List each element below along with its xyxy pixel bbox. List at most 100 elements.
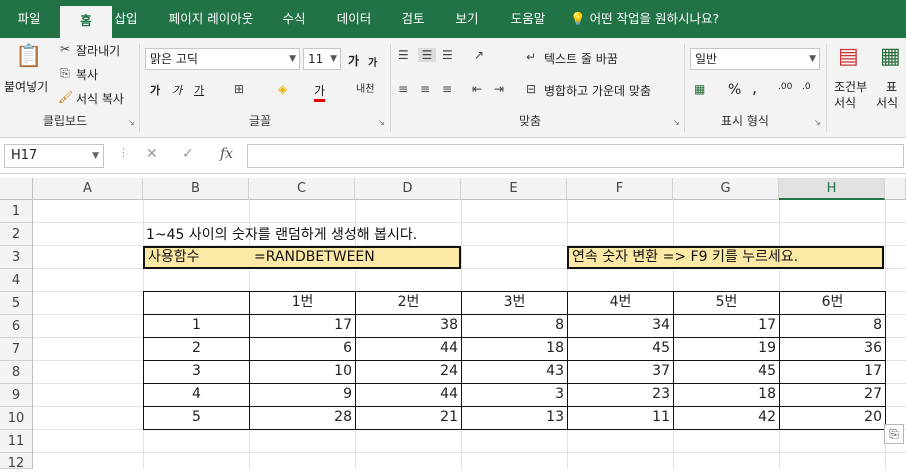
table-cell[interactable]: 8	[461, 314, 568, 338]
table-cell[interactable]: 45	[567, 337, 674, 361]
name-box[interactable]: H17 ▼	[4, 144, 104, 168]
fill-color-icon[interactable]: ◈	[278, 82, 287, 96]
table-cell[interactable]: 27	[779, 383, 886, 407]
paste-icon[interactable]: 📋	[12, 44, 46, 72]
merge-center-button[interactable]: 병합하고 가운데 맞춤	[544, 82, 651, 99]
table-cell[interactable]: 36	[779, 337, 886, 361]
table-cell[interactable]: 43	[461, 360, 568, 384]
table-cell[interactable]: 37	[567, 360, 674, 384]
table-cell[interactable]: 9	[249, 383, 356, 407]
paste-options-icon[interactable]: ⎘	[884, 424, 904, 444]
row-header[interactable]: 10	[0, 407, 33, 430]
table-cell[interactable]: 18	[673, 383, 780, 407]
insert-function-icon[interactable]: fx	[220, 146, 233, 162]
hint-box[interactable]: 연속 숫자 변환 => F9 키를 누르세요.	[567, 246, 884, 269]
column-header[interactable]: E	[461, 178, 567, 200]
table-cell[interactable]: 8	[779, 314, 886, 338]
comma-button[interactable]: ,	[752, 78, 757, 97]
tab-insert[interactable]: 삽입	[104, 0, 148, 38]
bold-button[interactable]: 가	[150, 82, 160, 98]
column-header[interactable]: C	[249, 178, 355, 200]
table-header-cell[interactable]: 4번	[567, 291, 674, 315]
select-all-corner[interactable]	[0, 178, 33, 200]
table-cell[interactable]: 24	[355, 360, 462, 384]
clipboard-launcher-icon[interactable]: ↘	[128, 118, 138, 128]
table-index-cell[interactable]: 1	[143, 314, 250, 338]
table-header-cell[interactable]	[143, 291, 250, 315]
table-header-cell[interactable]: 2번	[355, 291, 462, 315]
align-left-icon[interactable]: ≡	[398, 82, 408, 96]
worksheet-grid[interactable]: A B C D E F G H 1 2 3 4 5 6 7 8 9 10 11 …	[0, 174, 906, 471]
align-top-icon[interactable]: ☰	[398, 48, 409, 62]
enter-icon[interactable]: ✓	[182, 146, 194, 162]
column-header[interactable]: B	[143, 178, 249, 200]
underline-button[interactable]: 가	[194, 82, 204, 98]
font-color-button[interactable]: 가	[314, 82, 326, 102]
row-header[interactable]: 3	[0, 246, 33, 269]
table-index-cell[interactable]: 2	[143, 337, 250, 361]
tab-help[interactable]: 도움말	[500, 0, 556, 38]
wrap-text-button[interactable]: 텍스트 줄 바꿈	[544, 50, 618, 67]
cut-button[interactable]: 잘라내기	[76, 42, 120, 59]
number-launcher-icon[interactable]: ↘	[814, 118, 824, 128]
decrease-decimal-button[interactable]: .0	[802, 82, 811, 92]
grow-font-button[interactable]: 가	[348, 52, 359, 69]
table-cell[interactable]: 3	[461, 383, 568, 407]
table-cell[interactable]: 17	[673, 314, 780, 338]
font-name-dropdown[interactable]: 맑은 고딕 ▼	[145, 48, 300, 70]
table-header-cell[interactable]: 5번	[673, 291, 780, 315]
decrease-indent-icon[interactable]: ⇤	[472, 82, 482, 96]
table-header-cell[interactable]: 6번	[779, 291, 886, 315]
table-cell[interactable]: 13	[461, 406, 568, 430]
number-format-dropdown[interactable]: 일반 ▼	[690, 48, 820, 70]
align-middle-icon[interactable]: ☰	[418, 48, 436, 62]
table-cell[interactable]: 44	[355, 383, 462, 407]
column-header[interactable]: A	[33, 178, 143, 200]
borders-icon[interactable]: ⊞	[234, 82, 244, 96]
align-bottom-icon[interactable]: ☰	[442, 48, 453, 62]
table-cell[interactable]: 6	[249, 337, 356, 361]
tab-review[interactable]: 검토	[388, 0, 438, 38]
percent-button[interactable]: %	[728, 82, 741, 98]
copy-button[interactable]: 복사	[76, 66, 98, 83]
table-index-cell[interactable]: 5	[143, 406, 250, 430]
align-right-icon[interactable]: ≡	[442, 82, 452, 96]
table-cell[interactable]: 38	[355, 314, 462, 338]
align-center-icon[interactable]: ≡	[420, 82, 430, 96]
table-cell[interactable]: 10	[249, 360, 356, 384]
row-header[interactable]: 5	[0, 292, 33, 315]
table-header-cell[interactable]: 3번	[461, 291, 568, 315]
row-header[interactable]: 9	[0, 384, 33, 407]
row-header[interactable]: 1	[0, 200, 33, 223]
table-index-cell[interactable]: 3	[143, 360, 250, 384]
table-cell[interactable]: 18	[461, 337, 568, 361]
cancel-icon[interactable]: ✕	[146, 146, 158, 162]
shrink-font-button[interactable]: 가	[368, 54, 377, 69]
alignment-launcher-icon[interactable]: ↘	[673, 118, 683, 128]
column-header[interactable]: D	[355, 178, 461, 200]
tab-formulas[interactable]: 수식	[272, 0, 316, 38]
accounting-format-icon[interactable]: ▦	[694, 82, 705, 96]
table-cell[interactable]: 19	[673, 337, 780, 361]
formula-input[interactable]	[247, 144, 904, 168]
table-cell[interactable]: 11	[567, 406, 674, 430]
tab-page-layout[interactable]: 페이지 레이아웃	[156, 0, 266, 38]
row-header[interactable]: 8	[0, 361, 33, 384]
column-header[interactable]: G	[673, 178, 779, 200]
increase-decimal-button[interactable]: .00	[778, 82, 792, 92]
table-cell[interactable]: 17	[779, 360, 886, 384]
tab-file[interactable]: 파일	[4, 0, 54, 38]
table-cell[interactable]: 45	[673, 360, 780, 384]
function-box[interactable]: 사용함수 =RANDBETWEEN	[143, 246, 461, 269]
paste-button[interactable]: 붙여넣기	[4, 78, 48, 95]
column-header[interactable]: H	[779, 178, 885, 200]
table-cell[interactable]: 42	[673, 406, 780, 430]
format-as-table-button[interactable]: 표	[886, 78, 897, 95]
table-cell[interactable]: 23	[567, 383, 674, 407]
tab-view[interactable]: 보기	[442, 0, 492, 38]
orientation-icon[interactable]: ↗	[474, 48, 484, 62]
sheet-title[interactable]: 1~45 사이의 숫자를 랜덤하게 생성해 봅시다.	[143, 225, 420, 245]
tell-me-box[interactable]: 💡 어떤 작업을 원하시나요?	[570, 0, 719, 38]
row-header[interactable]: 2	[0, 223, 33, 246]
italic-button[interactable]: 가	[172, 82, 182, 98]
